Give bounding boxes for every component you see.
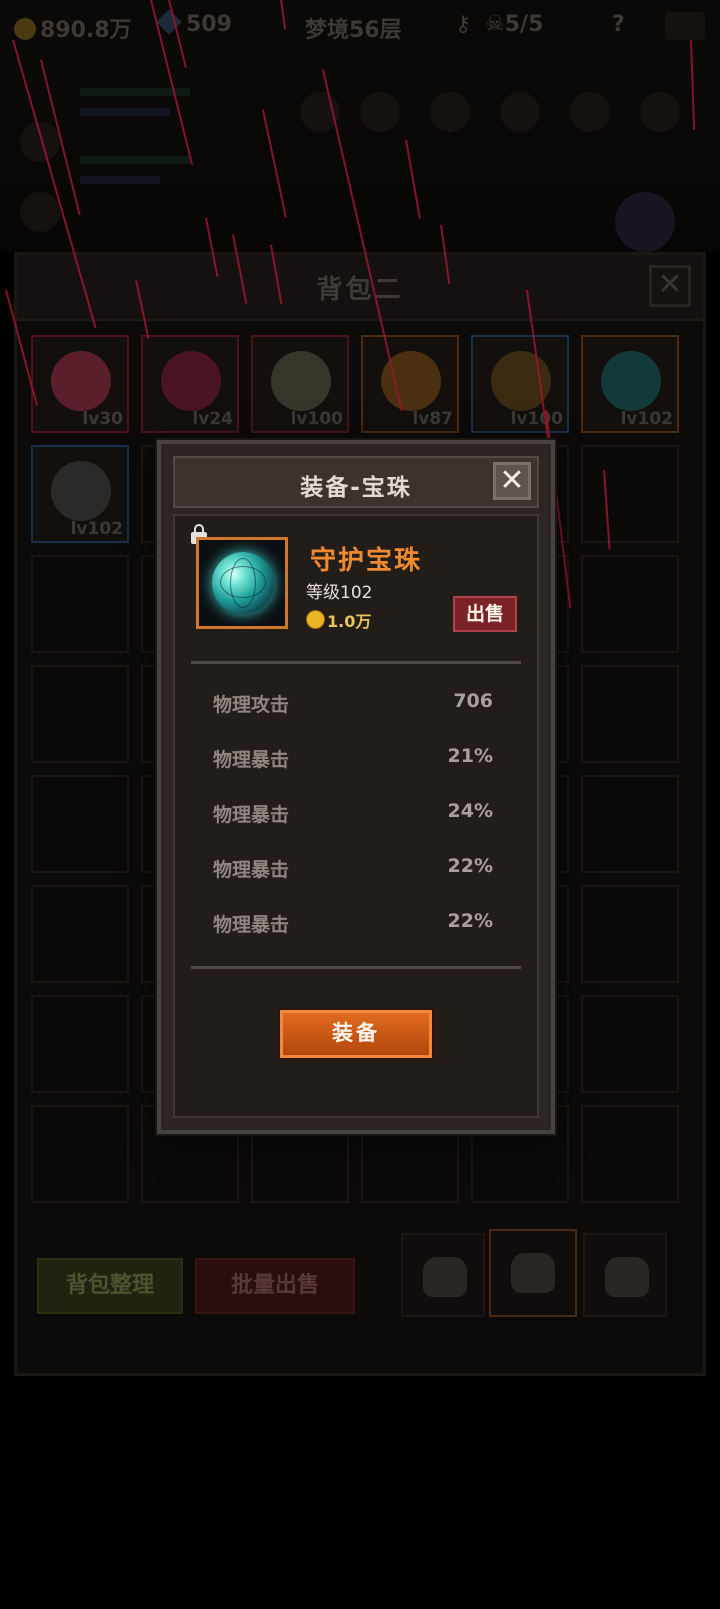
- slot-level: lv102: [620, 409, 673, 429]
- bag-close-button[interactable]: ✕: [649, 265, 691, 307]
- modal-header: 装备-宝珠 ✕: [173, 456, 539, 508]
- stat-name: 物理暴击: [213, 749, 290, 771]
- key-icon: ⚷: [455, 12, 472, 37]
- bag-slot-item[interactable]: lv30: [31, 335, 129, 433]
- equipment-icon: [161, 351, 221, 411]
- bag-slot-empty[interactable]: [581, 665, 679, 763]
- hero-avatar-icon: [20, 192, 60, 232]
- modal-title: 装备-宝珠: [300, 475, 412, 501]
- stat-name: 物理暴击: [213, 914, 290, 936]
- gold-counter: 890.8万: [14, 12, 132, 44]
- bag-slot-empty[interactable]: [31, 665, 129, 763]
- bag-title: 背包二: [316, 275, 404, 305]
- stat-name: 物理暴击: [213, 804, 290, 826]
- backpack-icon: [511, 1253, 555, 1293]
- backpack-icon: [423, 1257, 467, 1297]
- equipment-modal: 装备-宝珠 ✕ 守护宝珠 等级102 1.0万 出售 物理攻击 706 物理暴击 21…: [157, 440, 555, 1134]
- divider-bottom: [191, 966, 521, 969]
- backpack-icon: [605, 1257, 649, 1297]
- bag-tab-3[interactable]: [583, 1233, 667, 1317]
- slot-level: lv87: [412, 409, 453, 429]
- bag-slot-empty[interactable]: [31, 555, 129, 653]
- stat-name: 物理攻击: [213, 694, 290, 716]
- divider-top: [191, 661, 521, 664]
- bag-header: 背包二 ✕: [17, 255, 703, 321]
- slot-level: lv30: [82, 409, 123, 429]
- gem-value: 509: [186, 12, 232, 37]
- bag-tab-1[interactable]: [401, 1233, 485, 1317]
- stat-value: 22%: [447, 910, 493, 932]
- stat-value: 24%: [447, 800, 493, 822]
- stat-row: 物理暴击 21%: [213, 745, 493, 775]
- equipment-icon: [601, 351, 661, 411]
- bag-slot-empty[interactable]: [31, 995, 129, 1093]
- skill-icon: [430, 92, 470, 132]
- equip-button[interactable]: 装备: [280, 1010, 432, 1058]
- skill-icon: [500, 92, 540, 132]
- bag-slot-empty[interactable]: [31, 775, 129, 873]
- stat-row: 物理攻击 706: [213, 690, 493, 720]
- gold-coin-icon: [306, 610, 325, 629]
- skull-counter: ☠5/5: [485, 12, 543, 37]
- skull-value: 5/5: [504, 12, 544, 37]
- gem-counter: 509: [156, 9, 232, 37]
- bag-slot-empty[interactable]: [581, 995, 679, 1093]
- hp-bar: [80, 156, 190, 164]
- item-price: 1.0万: [327, 612, 372, 631]
- bag-slot-empty[interactable]: [581, 885, 679, 983]
- skill-icon: [570, 92, 610, 132]
- hud-background: [0, 52, 720, 252]
- stat-value: 706: [453, 690, 493, 712]
- bag-slot-item[interactable]: lv100: [471, 335, 569, 433]
- batch-sell-button[interactable]: 批量出售: [195, 1258, 355, 1314]
- item-name: 守护宝珠: [310, 546, 423, 576]
- equipment-icon: [51, 351, 111, 411]
- floor-label: 梦境56层: [305, 18, 402, 43]
- mp-bar: [80, 108, 170, 116]
- mp-bar: [80, 176, 160, 184]
- bag-slot-empty[interactable]: [31, 1105, 129, 1203]
- item-icon-frame: [196, 537, 288, 629]
- equipment-icon: [51, 461, 111, 521]
- skill-icon: [640, 92, 680, 132]
- bag-slot-item[interactable]: lv24: [141, 335, 239, 433]
- skill-icon: [360, 92, 400, 132]
- orb-pattern: [230, 558, 256, 608]
- modal-body: 守护宝珠 等级102 1.0万 出售 物理攻击 706 物理暴击 21% 物理暴击 24%…: [173, 514, 539, 1118]
- bag-slot-empty[interactable]: [581, 555, 679, 653]
- bag-slot-empty[interactable]: [581, 775, 679, 873]
- bag-slot-item[interactable]: lv87: [361, 335, 459, 433]
- slot-level: lv100: [290, 409, 343, 429]
- slot-level: lv100: [510, 409, 563, 429]
- bag-slot-item[interactable]: lv100: [251, 335, 349, 433]
- stat-row: 物理暴击 22%: [213, 910, 493, 940]
- bag-slot-empty[interactable]: [31, 885, 129, 983]
- bag-tab-2[interactable]: [489, 1229, 577, 1317]
- modal-close-button[interactable]: ✕: [493, 462, 531, 500]
- stat-value: 22%: [447, 855, 493, 877]
- slot-level: lv24: [192, 409, 233, 429]
- equipment-icon: [271, 351, 331, 411]
- stat-name: 物理暴击: [213, 859, 290, 881]
- gold-value: 890.8万: [40, 18, 132, 43]
- sort-bag-button[interactable]: 背包整理: [37, 1258, 183, 1314]
- sell-button[interactable]: 出售: [453, 596, 517, 632]
- stat-row: 物理暴击 24%: [213, 800, 493, 830]
- slot-level: lv102: [70, 519, 123, 539]
- settings-icon[interactable]: [665, 12, 705, 40]
- stat-value: 21%: [447, 745, 493, 767]
- help-button[interactable]: ?: [612, 12, 625, 37]
- bag-slot-item[interactable]: lv102: [581, 335, 679, 433]
- bag-slot-empty[interactable]: [581, 445, 679, 543]
- bag-slot-item[interactable]: lv102: [31, 445, 129, 543]
- stat-row: 物理暴击 22%: [213, 855, 493, 885]
- hero-avatar-icon: [20, 122, 60, 162]
- skull-icon: ☠: [485, 12, 505, 37]
- boss-portrait-icon: [615, 192, 675, 252]
- top-status-bar: 890.8万 509 梦境56层 ⚷ ☠5/5 ?: [0, 0, 720, 53]
- orb-icon: [212, 552, 274, 614]
- gold-coin-icon: [14, 18, 36, 40]
- bag-slot-empty[interactable]: [581, 1105, 679, 1203]
- item-level: 等级102: [306, 583, 373, 603]
